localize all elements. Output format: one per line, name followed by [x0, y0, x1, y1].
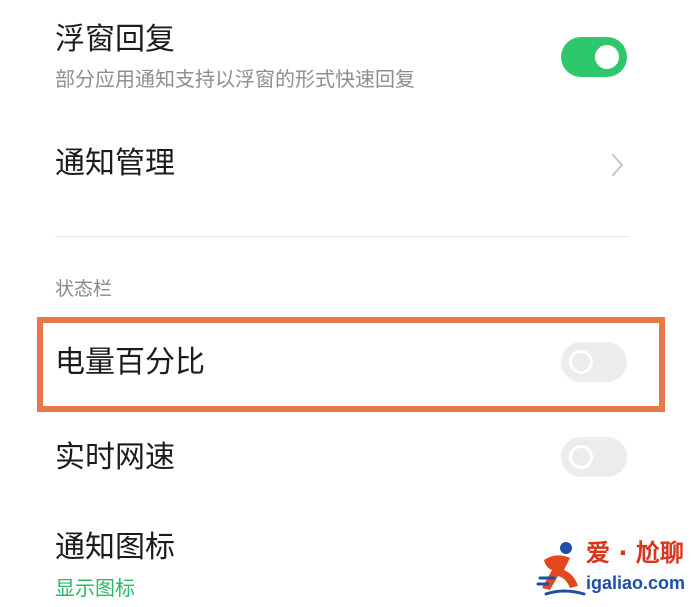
highlight-annotation-box [37, 317, 665, 412]
watermark-name: 爱 · 尬聊 [586, 539, 684, 567]
status-bar-section-label: 状态栏 [55, 278, 113, 300]
notification-icon-title: 通知图标 [55, 530, 175, 565]
realtime-speed-title: 实时网速 [55, 440, 175, 475]
toggle-knob [595, 45, 619, 69]
float-reply-toggle[interactable] [561, 37, 627, 77]
notification-icon-value: 显示图标 [55, 576, 135, 600]
chevron-right-icon [612, 154, 623, 176]
float-reply-subtitle: 部分应用通知支持以浮窗的形式快速回复 [55, 67, 415, 91]
runner-logo-icon [536, 542, 586, 596]
watermark-domain: igaliao.com [586, 573, 686, 593]
float-reply-title: 浮窗回复 [55, 22, 175, 57]
toggle-knob [569, 445, 593, 469]
watermark: 爱 · 尬聊 igaliao.com [536, 538, 692, 600]
realtime-speed-toggle[interactable] [561, 437, 627, 477]
notification-manage-title: 通知管理 [55, 146, 175, 181]
section-divider [55, 236, 628, 237]
